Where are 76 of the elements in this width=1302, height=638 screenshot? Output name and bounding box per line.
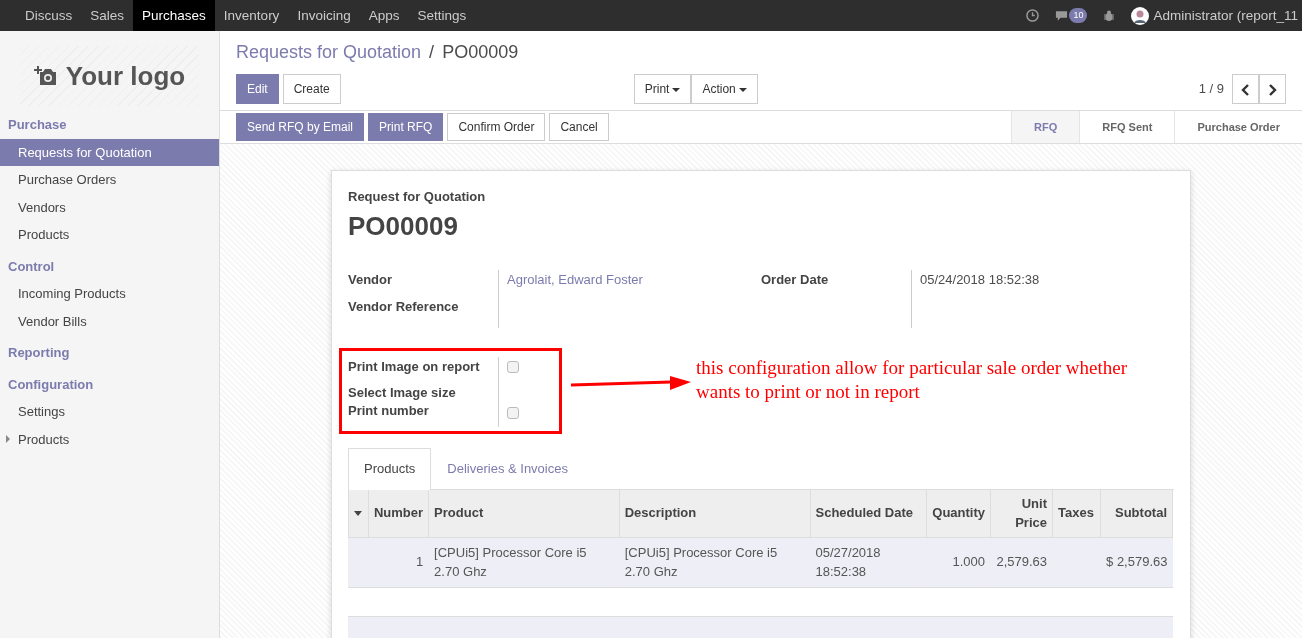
annotation-text: this configuration allow for particular sale order whether wants to print or not in report <box>696 356 1129 404</box>
field-label: Select Image size <box>348 384 457 401</box>
notebook-tab[interactable]: Deliveries & Invoices <box>431 448 584 489</box>
user-name[interactable]: Administrator (report_11 <box>1153 0 1298 31</box>
column-header[interactable]: Quantity <box>926 489 991 537</box>
dropdown-button[interactable]: Action <box>691 74 758 104</box>
checkbox[interactable] <box>507 361 519 373</box>
sidebar-item[interactable]: Settings <box>0 398 219 426</box>
form-subtitle: Request for Quotation <box>348 188 487 206</box>
workflow-button[interactable]: Send RFQ by Email <box>236 113 365 141</box>
column-header[interactable]: Unit Price <box>990 489 1053 537</box>
next-button[interactable] <box>1259 74 1286 104</box>
message-count-badge: 10 <box>1069 7 1088 24</box>
table-cell: 1 <box>415 554 424 570</box>
create-button[interactable]: Create <box>282 74 341 104</box>
table-cell: [CPUi5] Processor Core i5 2.70 Ghz <box>434 544 587 579</box>
sidebar-heading: Control <box>7 257 56 276</box>
bug-icon[interactable] <box>1103 9 1116 22</box>
field-label: Vendor <box>348 270 394 289</box>
sidebar-item[interactable]: Vendor Bills <box>0 307 219 335</box>
sidebar-item[interactable]: Products <box>0 425 219 453</box>
sidebar-item[interactable]: Products <box>0 221 219 249</box>
menu-tab[interactable]: Invoicing <box>288 0 360 31</box>
table-cell: $ 2,579.63 <box>1106 554 1168 570</box>
sidebar-item[interactable]: Requests for Quotation <box>0 138 219 166</box>
breadcrumb-separator: / <box>429 41 435 64</box>
breadcrumb-current: PO00009 <box>442 41 519 64</box>
vendor-link[interactable]: Agrolait, Edward Foster <box>507 271 643 287</box>
edit-button[interactable]: Edit <box>236 74 279 104</box>
workflow-button[interactable]: Cancel <box>549 113 609 141</box>
menu-tab[interactable]: Settings <box>408 0 476 31</box>
table-cell: 05/27/2018 18:52:38 <box>815 544 881 579</box>
table-cell: 2,579.63 <box>996 554 1047 570</box>
record-name: PO00009 <box>348 209 459 243</box>
field-value: 05/24/2018 18:52:38 <box>920 271 1040 287</box>
dropdown-button[interactable]: Print <box>633 74 692 104</box>
column-header[interactable]: Scheduled Date <box>810 489 927 537</box>
camera-icon <box>33 66 58 86</box>
chevron-left-icon <box>1241 83 1250 96</box>
sidebar-item[interactable]: Vendors <box>0 193 219 221</box>
breadcrumb-link[interactable]: Requests for Quotation <box>236 39 422 66</box>
column-header[interactable]: Description <box>619 489 810 537</box>
column-header[interactable]: Number <box>368 489 429 537</box>
checkbox[interactable] <box>507 407 519 419</box>
expand-arrow-icon[interactable] <box>6 434 10 443</box>
column-header[interactable]: Subtotal <box>1100 489 1173 537</box>
menu-tab[interactable]: Inventory <box>214 0 289 31</box>
avatar-icon[interactable] <box>1131 6 1150 25</box>
sidebar-heading: Reporting <box>7 344 71 362</box>
menu-tab[interactable]: Apps <box>359 0 409 31</box>
sort-caret-icon[interactable] <box>354 511 362 517</box>
chat-icon[interactable] <box>1055 9 1069 22</box>
column-header[interactable]: Taxes <box>1052 489 1101 537</box>
menu-tab[interactable]: Purchases <box>133 0 215 31</box>
column-header[interactable]: Product <box>428 489 620 537</box>
table-cell: [CPUi5] Processor Core i5 2.70 Ghz <box>624 544 778 579</box>
pager-value: 1 / 9 <box>1198 80 1224 99</box>
chevron-right-icon <box>1268 83 1277 96</box>
workflow-button[interactable]: Print RFQ <box>368 113 444 141</box>
clock-icon[interactable] <box>1026 9 1040 22</box>
sidebar-item[interactable]: Incoming Products <box>0 280 219 308</box>
workflow-button[interactable]: Confirm Order <box>447 113 546 141</box>
table-cell: 1.000 <box>952 554 986 570</box>
menu-tab[interactable]: Discuss <box>16 0 82 31</box>
previous-button[interactable] <box>1232 74 1259 104</box>
sidebar-heading: Purchase <box>7 116 68 134</box>
field-label: Vendor Reference <box>348 298 460 316</box>
sidebar-heading: Configuration <box>7 375 95 394</box>
field-label: Order Date <box>761 270 830 289</box>
sidebar-item[interactable]: Purchase Orders <box>0 166 219 194</box>
status-stage[interactable]: RFQ <box>1011 111 1080 143</box>
logo-text: Your logo <box>65 59 186 93</box>
field-label: Print number <box>348 402 430 420</box>
menu-tab[interactable]: Sales <box>81 0 134 31</box>
notebook-tab[interactable]: Products <box>348 448 432 490</box>
field-label: Print Image on report <box>348 358 481 376</box>
